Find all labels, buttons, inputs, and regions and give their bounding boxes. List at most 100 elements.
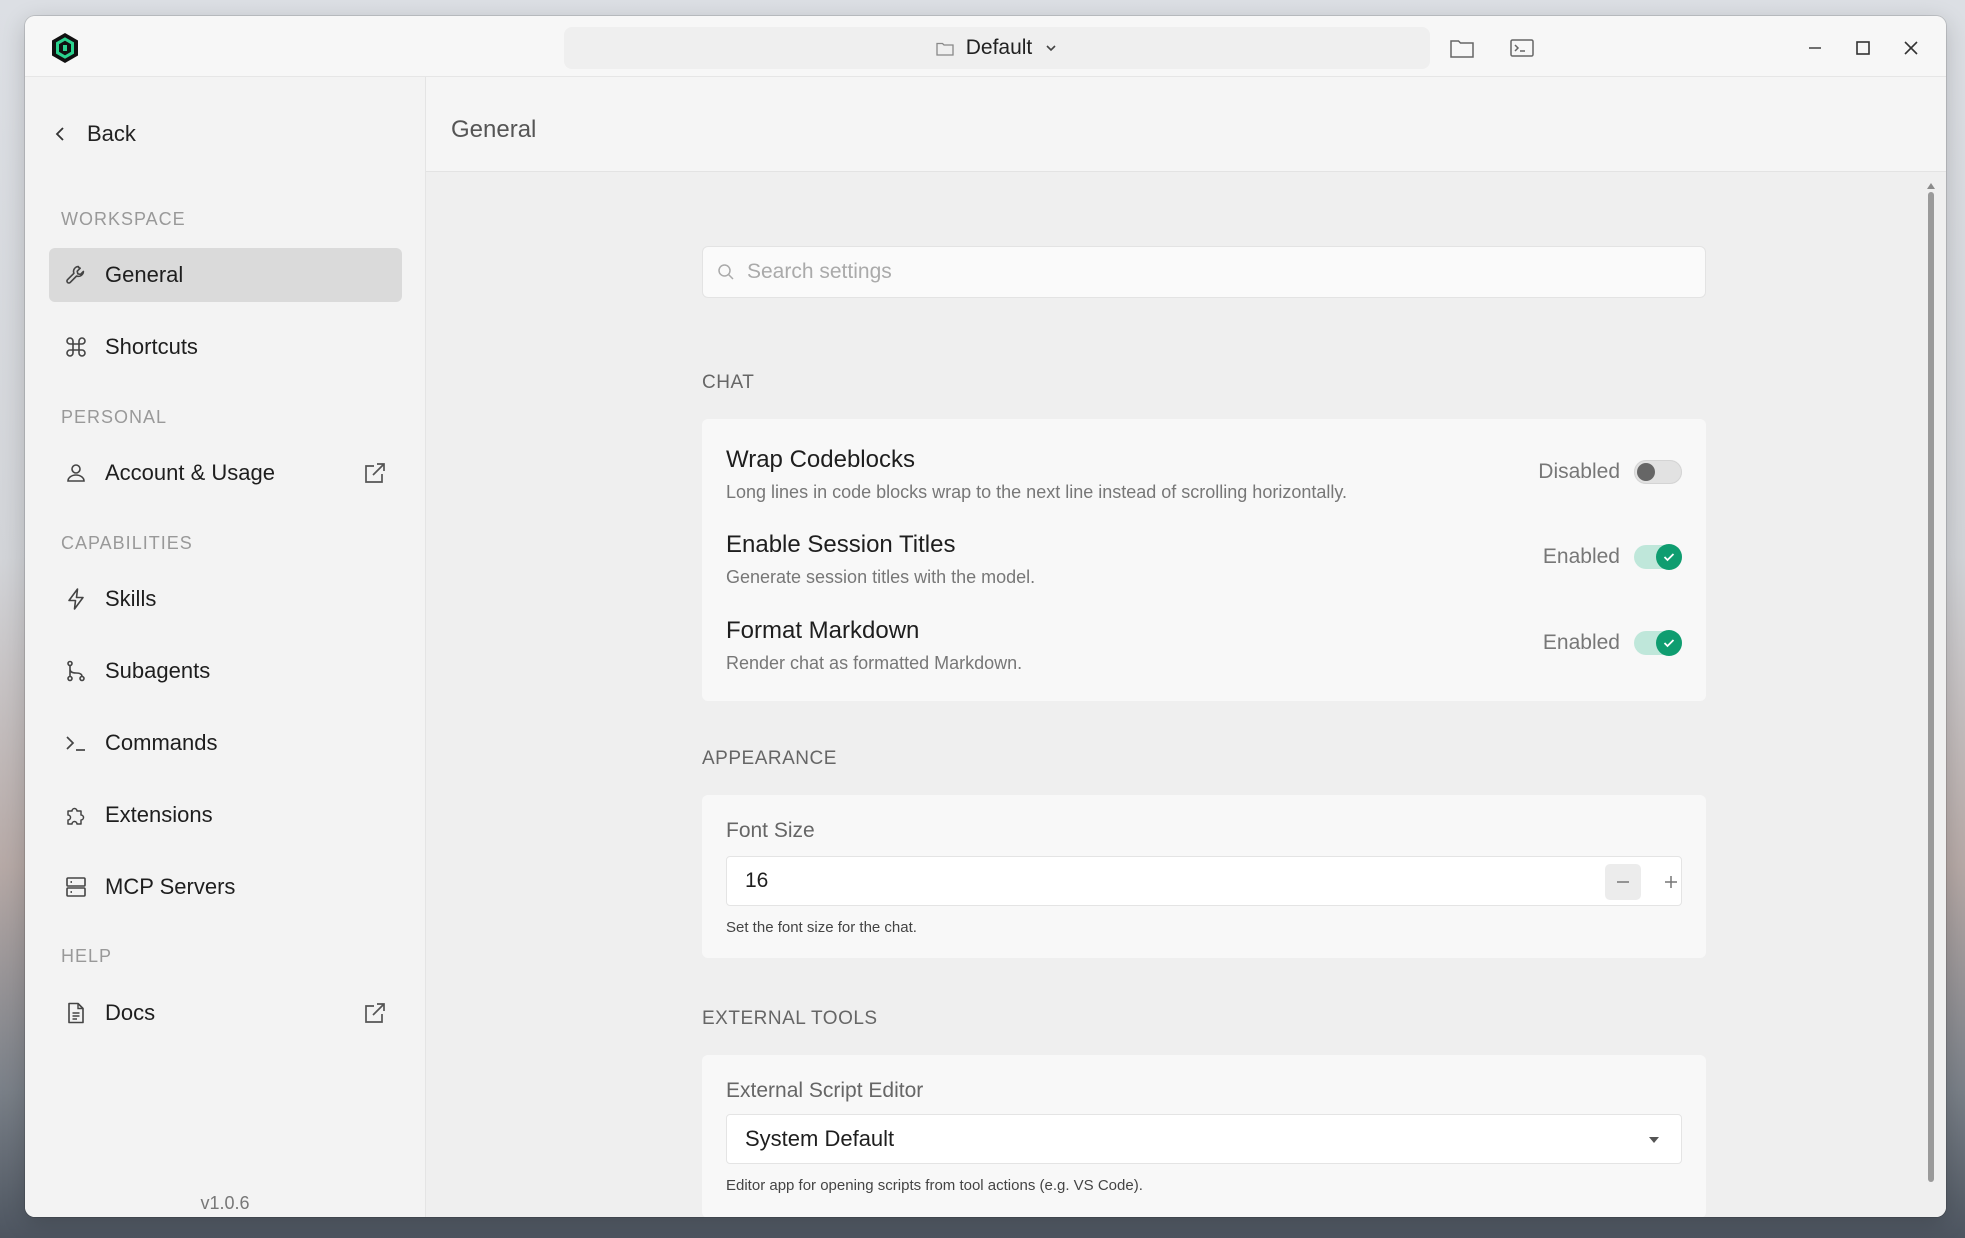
appearance-settings-card: Font Size 16 Set the font size for the c… xyxy=(702,795,1706,958)
setting-description: Generate session titles with the model. xyxy=(726,567,1036,587)
toggle-state-label: Enabled xyxy=(1542,631,1620,654)
sidebar-item-commands[interactable]: Commands xyxy=(49,716,402,770)
settings-search[interactable] xyxy=(702,246,1706,298)
scroll-up-arrow-icon[interactable] xyxy=(1927,176,1935,189)
plus-icon xyxy=(1665,876,1677,888)
toggle-state-label: Enabled xyxy=(1542,545,1620,568)
section-title-chat: CHAT xyxy=(702,372,755,393)
minimize-button[interactable] xyxy=(1801,34,1829,62)
sidebar-item-extensions[interactable]: Extensions xyxy=(49,788,402,842)
chat-settings-card: Wrap Codeblocks Long lines in code block… xyxy=(702,419,1706,701)
external-link-icon xyxy=(362,1000,388,1026)
minimize-icon xyxy=(1809,47,1821,49)
search-icon xyxy=(718,264,734,280)
folder-icon xyxy=(936,42,954,56)
app-logo-icon xyxy=(49,32,81,64)
dropdown-caret-icon xyxy=(1649,1137,1659,1143)
search-input[interactable] xyxy=(747,260,1647,284)
app-version: v1.0.6 xyxy=(200,1193,250,1213)
app-window: Default Back WORKSPACE General Shortcuts… xyxy=(25,16,1946,1217)
sidebar-item-label: Skills xyxy=(105,586,157,611)
external-editor-select[interactable]: System Default xyxy=(726,1114,1682,1164)
section-title-appearance: APPEARANCE xyxy=(702,748,837,769)
check-icon xyxy=(1663,639,1675,648)
page-title: General xyxy=(451,116,537,143)
chevron-down-icon xyxy=(1046,45,1056,52)
maximize-button[interactable] xyxy=(1849,34,1877,62)
sidebar-item-account[interactable]: Account & Usage xyxy=(49,446,402,500)
setting-enable-session-titles: Enable Session Titles Generate session t… xyxy=(726,531,1682,588)
sidebar-item-shortcuts[interactable]: Shortcuts xyxy=(49,320,402,374)
font-size-stepper[interactable]: 16 xyxy=(726,856,1682,906)
sidebar-item-label: Subagents xyxy=(105,658,211,683)
minus-icon xyxy=(1617,881,1629,883)
user-icon xyxy=(63,460,89,486)
setting-name: Format Markdown xyxy=(726,617,920,644)
check-icon xyxy=(1663,553,1675,562)
decrement-button[interactable] xyxy=(1605,864,1641,900)
wrap-codeblocks-toggle[interactable]: Disabled xyxy=(1538,460,1682,484)
git-branch-icon xyxy=(63,658,89,684)
external-link-icon xyxy=(362,460,388,486)
external-editor-label: External Script Editor xyxy=(726,1079,924,1102)
section-label-capabilities: CAPABILITIES xyxy=(61,533,193,553)
sidebar: Back WORKSPACE General Shortcuts PERSONA… xyxy=(25,77,426,1217)
workspace-picker[interactable]: Default xyxy=(564,27,1430,69)
sidebar-item-subagents[interactable]: Subagents xyxy=(49,644,402,698)
section-label-workspace: WORKSPACE xyxy=(61,209,186,229)
sidebar-item-label: MCP Servers xyxy=(105,874,236,899)
toggle-state-label: Disabled xyxy=(1538,460,1620,483)
sidebar-item-general[interactable]: General xyxy=(49,248,402,302)
font-size-label: Font Size xyxy=(726,819,815,842)
setting-format-markdown: Format Markdown Render chat as formatted… xyxy=(726,617,1682,674)
main-header: General xyxy=(426,77,1946,172)
scrollbar-thumb[interactable] xyxy=(1928,192,1934,1182)
selected-editor: System Default xyxy=(745,1126,895,1151)
sidebar-item-label: Extensions xyxy=(105,802,213,827)
toggle-switch[interactable] xyxy=(1634,460,1682,484)
chevron-left-icon xyxy=(55,127,64,141)
close-button[interactable] xyxy=(1897,34,1925,62)
toggle-switch[interactable] xyxy=(1634,544,1682,570)
setting-description: Render chat as formatted Markdown. xyxy=(726,653,1023,673)
sidebar-item-label: Shortcuts xyxy=(105,334,198,359)
setting-wrap-codeblocks: Wrap Codeblocks Long lines in code block… xyxy=(726,446,1682,503)
open-folder-button[interactable] xyxy=(1447,34,1477,62)
section-label-personal: PERSONAL xyxy=(61,407,168,427)
sidebar-item-docs[interactable]: Docs xyxy=(49,986,402,1040)
titlebar: Default xyxy=(25,16,1946,77)
toggle-switch[interactable] xyxy=(1634,630,1682,656)
close-icon xyxy=(1904,41,1918,55)
document-icon xyxy=(63,1000,89,1026)
session-titles-toggle[interactable]: Enabled xyxy=(1542,544,1682,570)
maximize-icon xyxy=(1856,41,1870,55)
section-label-help: HELP xyxy=(61,946,113,966)
server-icon xyxy=(63,874,89,900)
back-label: Back xyxy=(87,121,136,146)
sidebar-item-label: General xyxy=(105,262,184,287)
sidebar-item-label: Commands xyxy=(105,730,218,755)
font-size-value[interactable]: 16 xyxy=(745,869,768,893)
workspace-name: Default xyxy=(965,36,1033,59)
setting-description: Long lines in code blocks wrap to the ne… xyxy=(726,482,1348,502)
setting-name: Enable Session Titles xyxy=(726,531,956,558)
lightning-icon xyxy=(63,586,89,612)
sidebar-item-skills[interactable]: Skills xyxy=(49,572,402,626)
back-button[interactable]: Back xyxy=(53,121,136,147)
external-tools-card: External Script Editor System Default Ed… xyxy=(702,1055,1706,1217)
open-terminal-button[interactable] xyxy=(1507,34,1537,62)
folder-icon xyxy=(1450,40,1474,58)
sidebar-item-label: Docs xyxy=(105,1000,156,1025)
sidebar-item-mcp-servers[interactable]: MCP Servers xyxy=(49,860,402,914)
terminal-prompt-icon xyxy=(63,730,89,756)
command-key-icon xyxy=(63,334,89,360)
terminal-icon xyxy=(1510,39,1534,57)
font-size-help: Set the font size for the chat. xyxy=(726,919,917,936)
section-title-external-tools: EXTERNAL TOOLS xyxy=(702,1008,878,1029)
puzzle-icon xyxy=(63,802,89,828)
settings-content: CHAT Wrap Codeblocks Long lines in code … xyxy=(426,172,1946,1217)
external-editor-help: Editor app for opening scripts from tool… xyxy=(726,1177,1143,1194)
increment-button[interactable] xyxy=(1653,864,1689,900)
wrench-icon xyxy=(63,262,89,288)
format-markdown-toggle[interactable]: Enabled xyxy=(1542,630,1682,656)
